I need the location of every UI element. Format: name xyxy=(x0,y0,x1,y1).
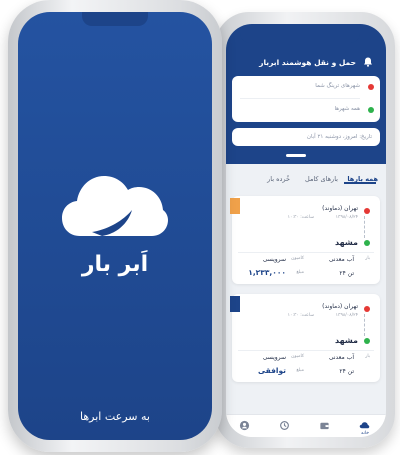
card-price: توافقی xyxy=(258,366,286,375)
tagline: به سرعت ابرها xyxy=(80,410,150,423)
price-label: مبلغ xyxy=(296,270,304,275)
home-cloud-icon[interactable] xyxy=(359,420,370,431)
nav-home-label[interactable]: خانه xyxy=(361,431,369,436)
card-price: ۱,۲۳۳,۰۰۰ xyxy=(248,268,286,277)
destination-input[interactable]: همه شهرها xyxy=(334,106,360,112)
card-weight: ۲۴ تن xyxy=(339,270,354,277)
card-date: ۱۳۹۸/۰۸/۲۴ xyxy=(335,215,358,220)
card-cargo: آب معدنی xyxy=(328,354,354,361)
card-weight: ۲۴ تن xyxy=(339,368,354,375)
origin-input[interactable]: شهرهای ترینگ شما xyxy=(315,83,360,89)
active-tab-indicator xyxy=(344,182,376,184)
cargo-card[interactable]: تهران (دماوند) ۱۳۹۸/۰۸/۲۴ ساعت: ۱۰:۳۰ مش… xyxy=(230,196,380,284)
origin-dot xyxy=(368,84,374,90)
route-filter-card[interactable]: شهرهای ترینگ شما همه شهرها xyxy=(232,76,380,122)
cargo-card[interactable]: تهران (دماوند) ۱۳۹۸/۰۸/۲۴ ساعت: ۱۰:۳۰ مش… xyxy=(230,294,380,382)
card-truck: سرویسی xyxy=(262,256,286,263)
card-cargo: آب معدنی xyxy=(328,256,354,263)
cargo-label: بار xyxy=(365,354,370,359)
card-destination: مشهد xyxy=(335,238,358,247)
app-screen: حمل و نقل هوشمند ابربار شهرهای ترینگ شما… xyxy=(226,24,386,437)
app-name: اَبر بار xyxy=(81,252,149,277)
truck-label: کامیون xyxy=(291,354,304,359)
bottom-navigation: خانه xyxy=(226,414,386,437)
phone-notch xyxy=(82,12,148,26)
cloud-logo-icon xyxy=(62,176,168,236)
sheet-handle[interactable] xyxy=(286,154,306,157)
date-input[interactable]: تاریخ: امروز، دوشنبه ۲۱ آبان xyxy=(232,128,380,146)
destination-dot xyxy=(364,240,370,246)
splash-screen: اَبر بار به سرعت ابرها xyxy=(18,12,212,440)
card-origin: تهران (دماوند) xyxy=(322,205,358,212)
truck-label: کامیون xyxy=(291,256,304,261)
bookmark-ribbon-icon xyxy=(230,296,240,312)
card-destination: مشهد xyxy=(335,336,358,345)
tab-full-cargo[interactable]: بارهای کامل xyxy=(305,175,338,183)
wallet-icon[interactable] xyxy=(319,420,330,431)
destination-dot xyxy=(364,338,370,344)
header-title: حمل و نقل هوشمند ابربار xyxy=(259,58,356,67)
card-time: ساعت: ۱۰:۳۰ xyxy=(287,313,314,318)
card-truck: سرویسی xyxy=(262,354,286,361)
card-date: ۱۳۹۸/۰۸/۲۴ xyxy=(335,313,358,318)
history-icon[interactable] xyxy=(279,420,290,431)
price-label: مبلغ xyxy=(296,368,304,373)
origin-dot xyxy=(364,306,370,312)
cargo-label: بار xyxy=(365,256,370,261)
destination-dot xyxy=(368,107,374,113)
card-origin: تهران (دماوند) xyxy=(322,303,358,310)
profile-icon[interactable] xyxy=(239,420,250,431)
card-time: ساعت: ۱۰:۳۰ xyxy=(287,215,314,220)
origin-dot xyxy=(364,208,370,214)
bell-icon[interactable] xyxy=(362,56,374,68)
bookmark-ribbon-icon xyxy=(230,198,240,214)
tab-partial-cargo[interactable]: خُرده بار xyxy=(267,175,290,183)
phone-notch xyxy=(240,29,360,43)
